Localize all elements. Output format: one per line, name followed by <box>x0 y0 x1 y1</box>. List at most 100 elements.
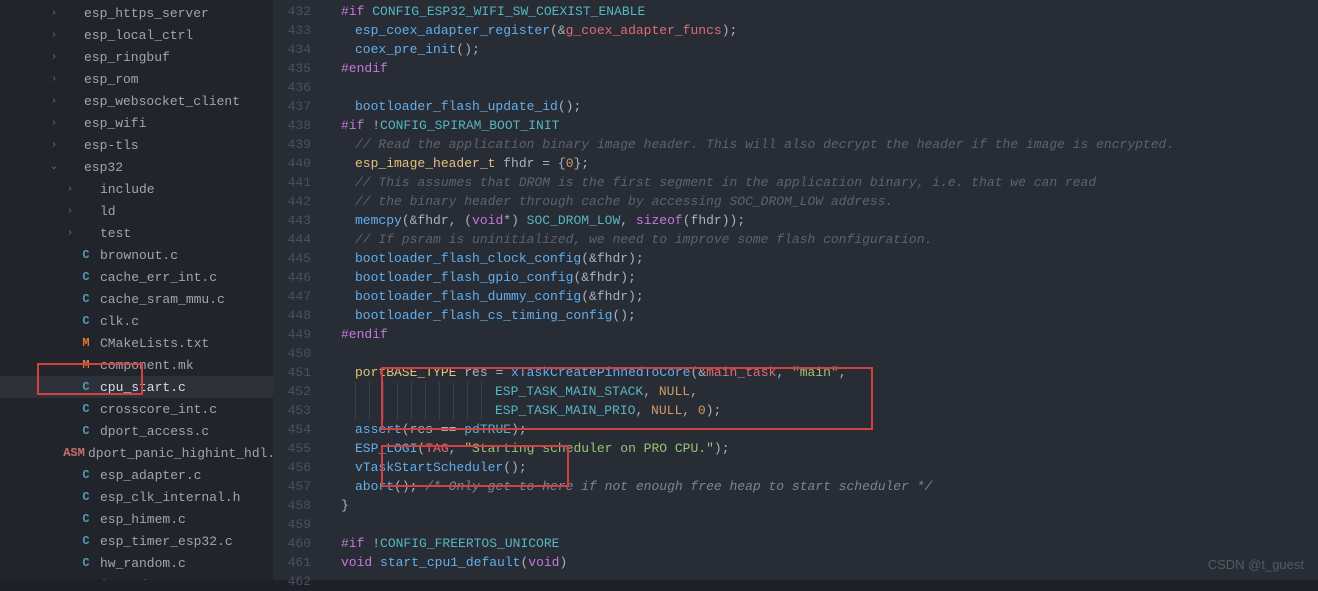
code-line[interactable]: vTaskStartScheduler(); <box>327 458 1318 477</box>
file-item[interactable]: Cint_wdt.c <box>0 574 273 580</box>
item-label: test <box>100 226 273 241</box>
code-line[interactable] <box>327 78 1318 97</box>
file-type-icon: C <box>78 380 94 394</box>
line-number: 436 <box>273 78 311 97</box>
item-label: cache_sram_mmu.c <box>100 292 273 307</box>
item-label: dport_panic_highint_hdl.S <box>88 446 273 461</box>
file-item[interactable]: Cdport_access.c <box>0 420 273 442</box>
file-item[interactable]: Chw_random.c <box>0 552 273 574</box>
file-item[interactable]: Ccrosscore_int.c <box>0 398 273 420</box>
folder-item[interactable]: ›test <box>0 222 273 244</box>
folder-item[interactable]: ›ld <box>0 200 273 222</box>
file-item[interactable]: Ccache_err_int.c <box>0 266 273 288</box>
code-line[interactable]: void start_cpu1_default(void) <box>327 553 1318 572</box>
code-line[interactable]: // If psram is uninitialized, we need to… <box>327 230 1318 249</box>
line-number: 433 <box>273 21 311 40</box>
item-label: ld <box>100 204 273 219</box>
file-explorer[interactable]: ›esp_https_server›esp_local_ctrl›esp_rin… <box>0 0 273 580</box>
file-type-icon: C <box>78 490 94 504</box>
code-editor[interactable]: 4324334344354364374384394404414424434444… <box>273 0 1318 580</box>
chevron-icon: › <box>48 52 60 63</box>
line-number: 452 <box>273 382 311 401</box>
code-line[interactable]: esp_coex_adapter_register(&g_coex_adapte… <box>327 21 1318 40</box>
code-line[interactable]: ESP_TASK_MAIN_STACK, NULL, <box>327 382 1318 401</box>
folder-item[interactable]: ›esp_ringbuf <box>0 46 273 68</box>
code-line[interactable]: #endif <box>327 325 1318 344</box>
folder-item[interactable]: ›esp_rom <box>0 68 273 90</box>
line-number: 448 <box>273 306 311 325</box>
line-number: 460 <box>273 534 311 553</box>
item-label: dport_access.c <box>100 424 273 439</box>
line-number: 459 <box>273 515 311 534</box>
file-item[interactable]: Ccache_sram_mmu.c <box>0 288 273 310</box>
file-item[interactable]: Mcomponent.mk <box>0 354 273 376</box>
code-line[interactable]: memcpy(&fhdr, (void*) SOC_DROM_LOW, size… <box>327 211 1318 230</box>
line-number: 435 <box>273 59 311 78</box>
code-line[interactable]: esp_image_header_t fhdr = {0}; <box>327 154 1318 173</box>
line-number: 458 <box>273 496 311 515</box>
line-number: 443 <box>273 211 311 230</box>
code-line[interactable]: bootloader_flash_cs_timing_config(); <box>327 306 1318 325</box>
file-item[interactable]: Cesp_clk_internal.h <box>0 486 273 508</box>
folder-item[interactable]: ⌄esp32 <box>0 156 273 178</box>
code-line[interactable]: #endif <box>327 59 1318 78</box>
item-label: esp_timer_esp32.c <box>100 534 273 549</box>
file-item[interactable]: ASMdport_panic_highint_hdl.S <box>0 442 273 464</box>
code-line[interactable]: abort(); /* Only get to here if not enou… <box>327 477 1318 496</box>
code-line[interactable] <box>327 515 1318 534</box>
file-item[interactable]: Cesp_timer_esp32.c <box>0 530 273 552</box>
folder-item[interactable]: ›esp_local_ctrl <box>0 24 273 46</box>
chevron-icon: › <box>48 140 60 151</box>
line-number: 434 <box>273 40 311 59</box>
item-label: brownout.c <box>100 248 273 263</box>
item-label: cpu_start.c <box>100 380 273 395</box>
code-line[interactable]: // the binary header through cache by ac… <box>327 192 1318 211</box>
line-number: 461 <box>273 553 311 572</box>
code-line[interactable]: #if !CONFIG_SPIRAM_BOOT_INIT <box>327 116 1318 135</box>
code-line[interactable]: #if !CONFIG_FREERTOS_UNICORE <box>327 534 1318 553</box>
file-type-icon: C <box>78 468 94 482</box>
item-label: esp_himem.c <box>100 512 273 527</box>
file-item[interactable]: Cbrownout.c <box>0 244 273 266</box>
code-line[interactable]: bootloader_flash_gpio_config(&fhdr); <box>327 268 1318 287</box>
folder-item[interactable]: ›include <box>0 178 273 200</box>
line-number: 446 <box>273 268 311 287</box>
item-label: component.mk <box>100 358 273 373</box>
folder-item[interactable]: ›esp_wifi <box>0 112 273 134</box>
code-line[interactable]: assert(res == pdTRUE); <box>327 420 1318 439</box>
file-item[interactable]: Cclk.c <box>0 310 273 332</box>
watermark: CSDN @t_guest <box>1208 557 1304 572</box>
item-label: esp_websocket_client <box>84 94 273 109</box>
code-line[interactable] <box>327 344 1318 363</box>
line-gutter: 4324334344354364374384394404414424434444… <box>273 0 327 580</box>
code-line[interactable]: ESP_LOGI(TAG, "Starting scheduler on PRO… <box>327 439 1318 458</box>
line-number: 455 <box>273 439 311 458</box>
item-label: crosscore_int.c <box>100 402 273 417</box>
code-content[interactable]: #if CONFIG_ESP32_WIFI_SW_COEXIST_ENABLEe… <box>327 0 1318 580</box>
file-item[interactable]: Cesp_himem.c <box>0 508 273 530</box>
code-line[interactable]: } <box>327 496 1318 515</box>
chevron-icon: ⌄ <box>48 161 60 173</box>
chevron-icon: › <box>48 118 60 129</box>
file-type-icon: C <box>78 292 94 306</box>
code-line[interactable]: // Read the application binary image hea… <box>327 135 1318 154</box>
item-label: esp_clk_internal.h <box>100 490 273 505</box>
code-line[interactable]: bootloader_flash_clock_config(&fhdr); <box>327 249 1318 268</box>
code-line[interactable]: coex_pre_init(); <box>327 40 1318 59</box>
folder-item[interactable]: ›esp_websocket_client <box>0 90 273 112</box>
code-line[interactable]: // This assumes that DROM is the first s… <box>327 173 1318 192</box>
folder-item[interactable]: › esp-tls <box>0 134 273 156</box>
code-line[interactable]: portBASE_TYPE res = xTaskCreatePinnedToC… <box>327 363 1318 382</box>
file-type-icon: M <box>78 336 94 350</box>
file-item[interactable]: Ccpu_start.c <box>0 376 273 398</box>
code-line[interactable]: bootloader_flash_dummy_config(&fhdr); <box>327 287 1318 306</box>
file-type-icon: C <box>78 424 94 438</box>
code-line[interactable]: bootloader_flash_update_id(); <box>327 97 1318 116</box>
file-type-icon: C <box>78 556 94 570</box>
code-line[interactable]: #if CONFIG_ESP32_WIFI_SW_COEXIST_ENABLE <box>327 2 1318 21</box>
file-item[interactable]: MCMakeLists.txt <box>0 332 273 354</box>
item-label: esp-tls <box>84 138 273 153</box>
code-line[interactable]: ESP_TASK_MAIN_PRIO, NULL, 0); <box>327 401 1318 420</box>
file-item[interactable]: Cesp_adapter.c <box>0 464 273 486</box>
folder-item[interactable]: ›esp_https_server <box>0 2 273 24</box>
